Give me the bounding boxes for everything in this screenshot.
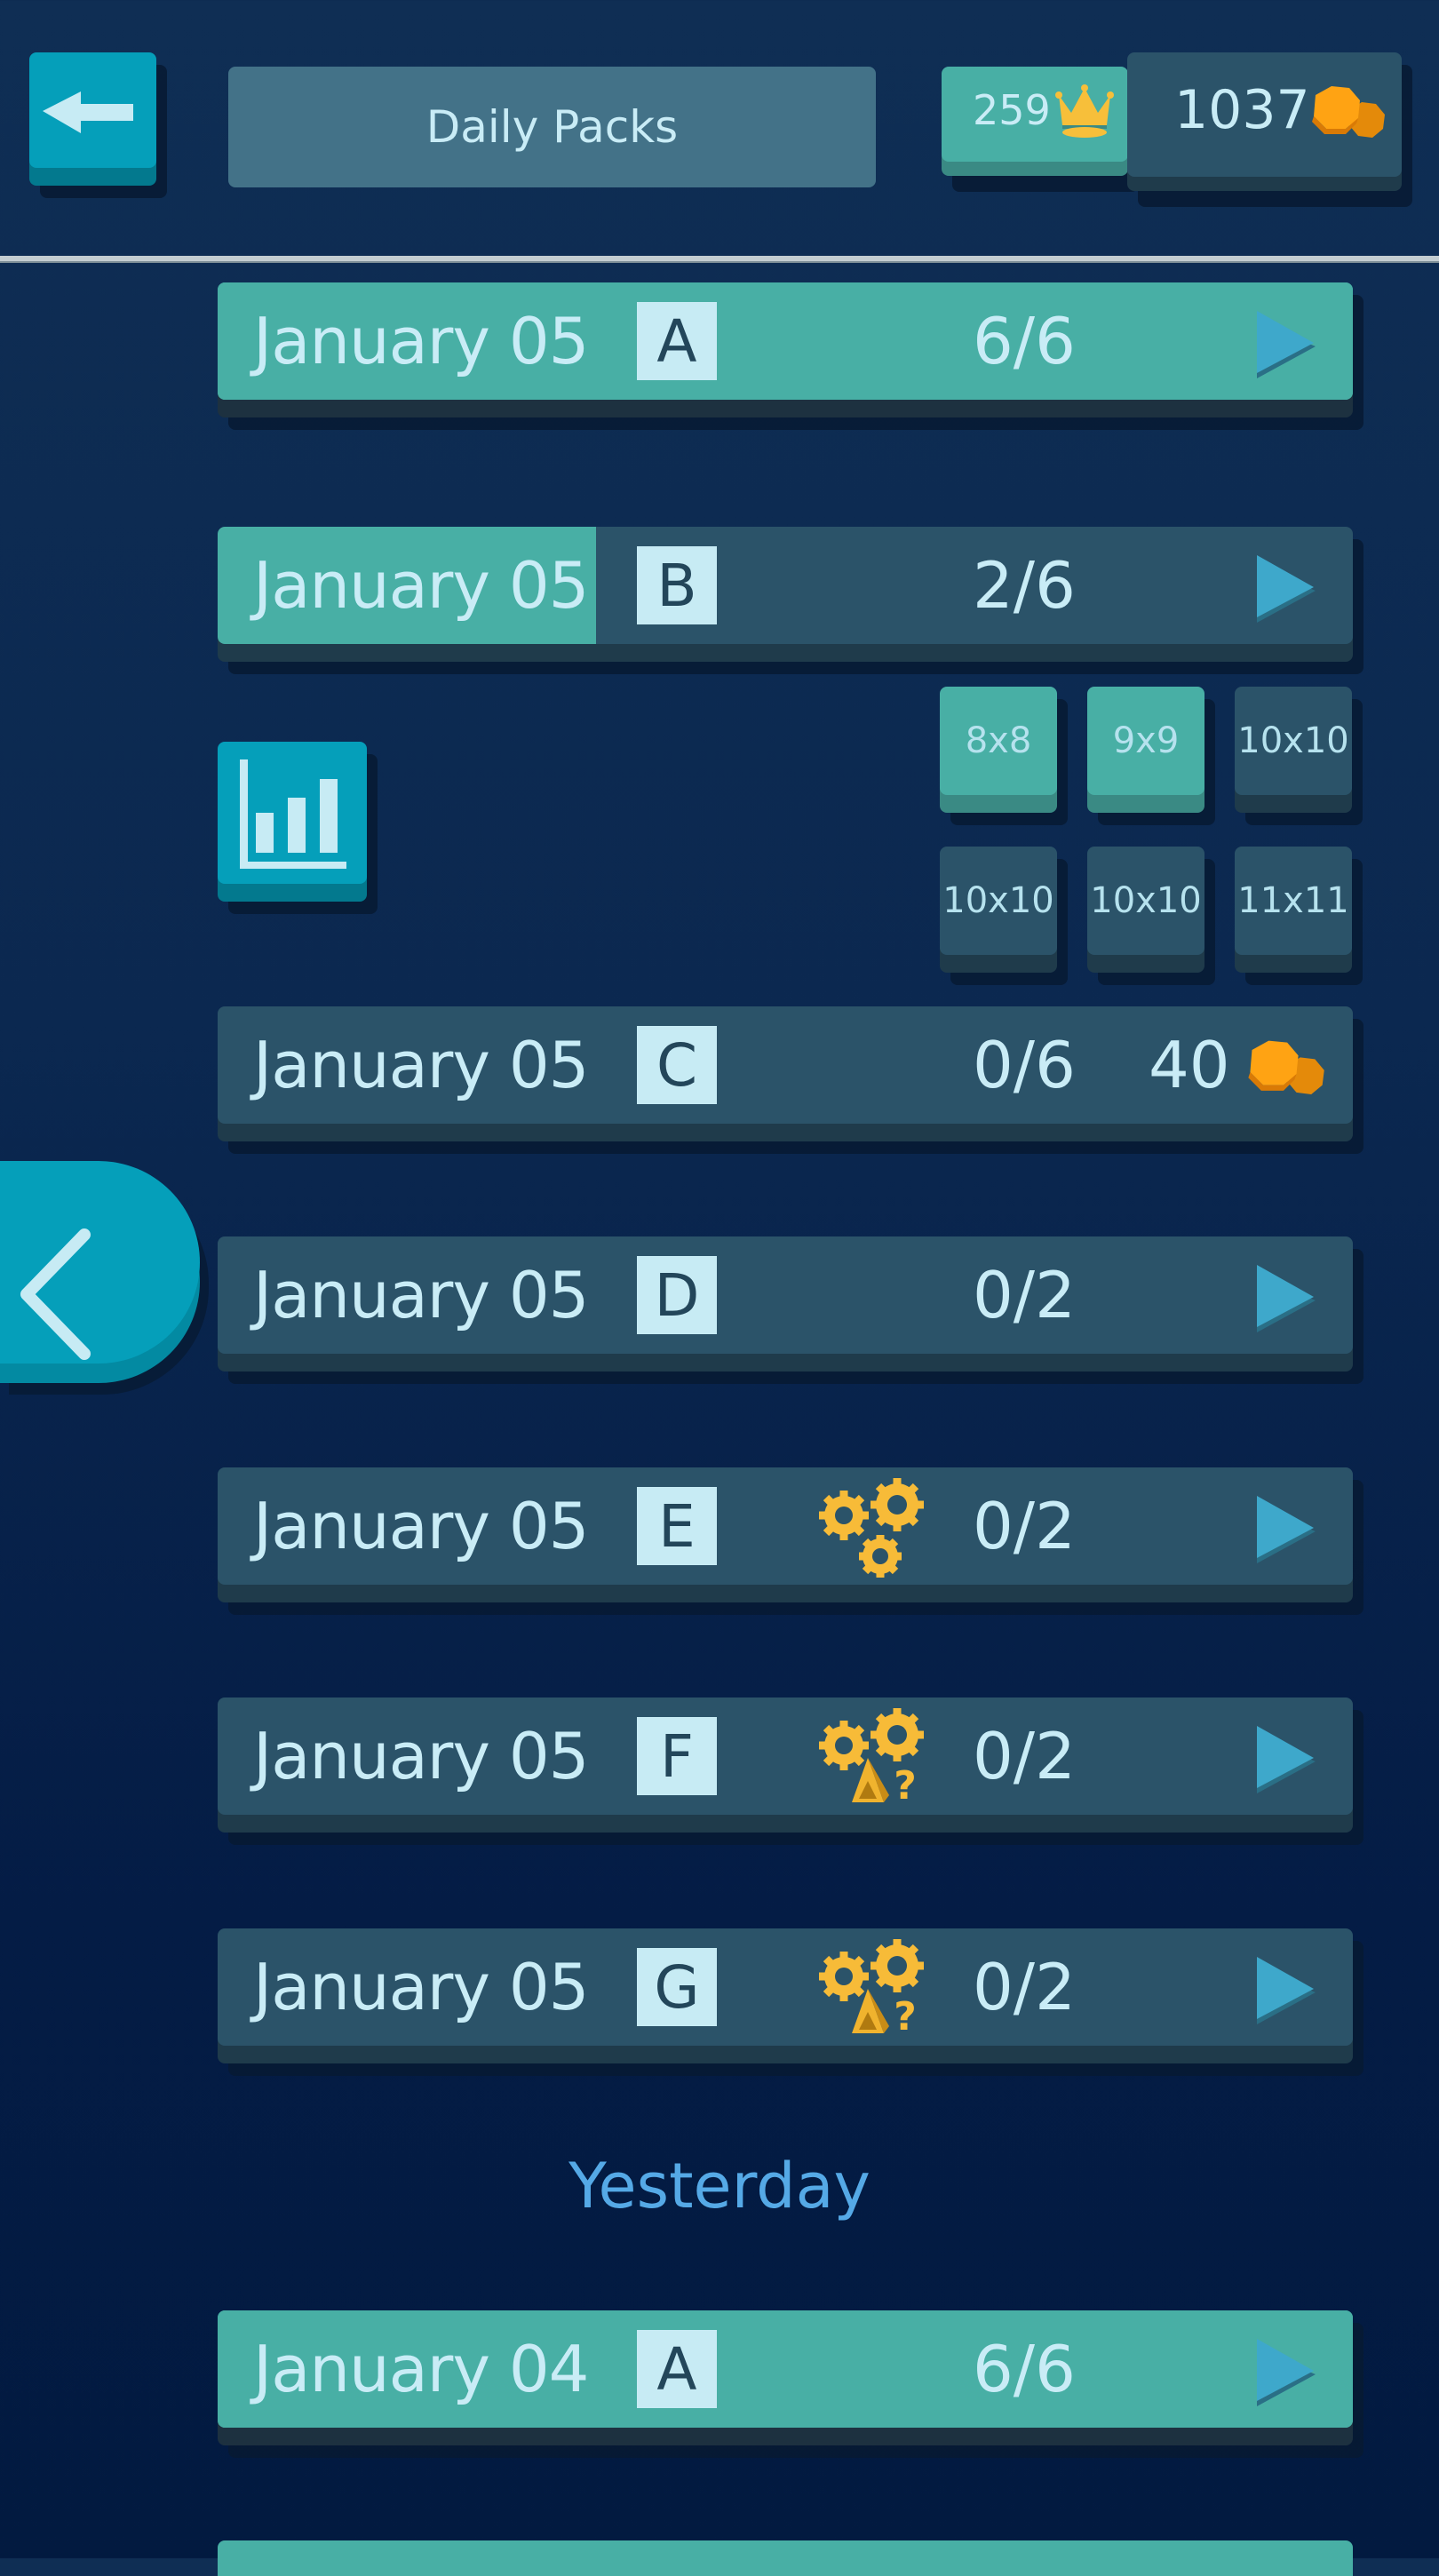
play-icon[interactable]: [1255, 2339, 1317, 2406]
puzzle-size-button[interactable]: 11x11: [1235, 847, 1363, 985]
pack-progress-count: 0/6: [973, 1028, 1076, 1102]
header-divider: [0, 256, 1439, 263]
pack-row[interactable]: January 05 A 6/6: [218, 282, 1363, 430]
puzzle-size-label: 9x9: [1112, 720, 1180, 761]
pack-row[interactable]: January 05 E 0/2: [218, 1467, 1363, 1615]
puzzle-size-button[interactable]: 10x10: [1087, 847, 1215, 985]
pack-row[interactable]: January 05 C 0/6 40: [218, 1006, 1363, 1154]
pack-letter: B: [637, 546, 717, 624]
pack-progress-count: 0/2: [973, 1950, 1076, 2024]
gears-icon: [819, 1478, 924, 1578]
pack-progress-count: 2/6: [973, 548, 1076, 623]
puzzle-size-label: 8x8: [965, 720, 1032, 761]
play-icon[interactable]: [1255, 311, 1317, 378]
puzzle-size-label: 11x11: [1237, 880, 1349, 921]
play-icon[interactable]: [1255, 555, 1317, 623]
coins-icon: [1312, 86, 1385, 138]
puzzle-size-label: 10x10: [1237, 720, 1349, 761]
pack-date: January 05: [253, 1489, 589, 1563]
pack-row-partial[interactable]: [218, 2540, 1353, 2576]
pack-letter: A: [637, 2330, 717, 2408]
svg-text:?: ?: [894, 1994, 917, 2039]
coins-icon[interactable]: [1241, 1038, 1330, 1106]
pack-row[interactable]: January 05 F ? 0/2: [218, 1697, 1363, 1845]
pack-progress-count: 6/6: [973, 2332, 1076, 2406]
puzzle-size-button[interactable]: 10x10: [940, 847, 1068, 985]
crown-counter: 259: [942, 67, 1139, 192]
puzzle-size-button[interactable]: 10x10: [1235, 687, 1363, 825]
pack-letter: G: [637, 1948, 717, 2026]
play-icon[interactable]: [1255, 1265, 1317, 1332]
pack-row[interactable]: January 05 B 2/6: [218, 527, 1363, 674]
pack-letter: E: [637, 1487, 717, 1565]
pack-row[interactable]: January 05 G ? 0/2: [218, 1928, 1363, 2076]
pack-row[interactable]: January 04 A 6/6: [218, 2310, 1363, 2458]
pack-letter: A: [637, 302, 717, 380]
pack-letter: C: [637, 1026, 717, 1104]
pack-progress-count: 0/2: [973, 1258, 1076, 1332]
pack-progress-count: 0/2: [973, 1719, 1076, 1793]
puzzle-size-button[interactable]: 8x8: [940, 687, 1068, 825]
unlock-cost[interactable]: 40: [1149, 1028, 1230, 1102]
puzzle-size-label: 10x10: [1090, 880, 1202, 921]
pack-date: January 05: [253, 1950, 589, 2024]
puzzle-size-button[interactable]: 9x9: [1087, 687, 1215, 825]
pack-date: January 05: [253, 1028, 589, 1102]
coin-count: 1037: [1174, 79, 1310, 141]
play-icon[interactable]: [1255, 1726, 1317, 1793]
pack-progress-count: 6/6: [973, 304, 1076, 378]
coin-counter: 1037: [1127, 52, 1412, 207]
puzzle-size-label: 10x10: [942, 880, 1054, 921]
svg-text:?: ?: [894, 1763, 917, 1809]
pack-date: January 05: [253, 1258, 589, 1332]
gears-pyramid-question-icon: ?: [819, 1939, 924, 2039]
bar-chart-icon: [240, 759, 346, 869]
play-icon[interactable]: [1255, 1957, 1317, 2024]
crown-count: 259: [973, 86, 1051, 134]
pack-progress-count: 0/2: [973, 1489, 1076, 1563]
section-heading-yesterday: Yesterday: [568, 2150, 871, 2222]
pack-letter: D: [637, 1256, 717, 1334]
arrow-left-icon: [43, 91, 133, 133]
pack-date: January 05: [253, 548, 589, 623]
back-button[interactable]: [29, 52, 167, 198]
pack-letter: F: [637, 1717, 717, 1795]
crown-icon: [1055, 84, 1114, 138]
stats-button[interactable]: [218, 742, 378, 914]
pack-date: January 05: [253, 304, 589, 378]
page-title: Daily Packs: [228, 67, 876, 187]
pack-date: January 04: [253, 2332, 589, 2406]
pack-date: January 05: [253, 1719, 589, 1793]
play-icon[interactable]: [1255, 1496, 1317, 1563]
page-title-text: Daily Packs: [425, 101, 679, 153]
side-tab-button[interactable]: [0, 1161, 209, 1395]
chevron-left-icon: [20, 1228, 91, 1360]
gears-pyramid-question-icon: ?: [819, 1708, 924, 1809]
pack-row[interactable]: January 05 D 0/2: [218, 1236, 1363, 1384]
